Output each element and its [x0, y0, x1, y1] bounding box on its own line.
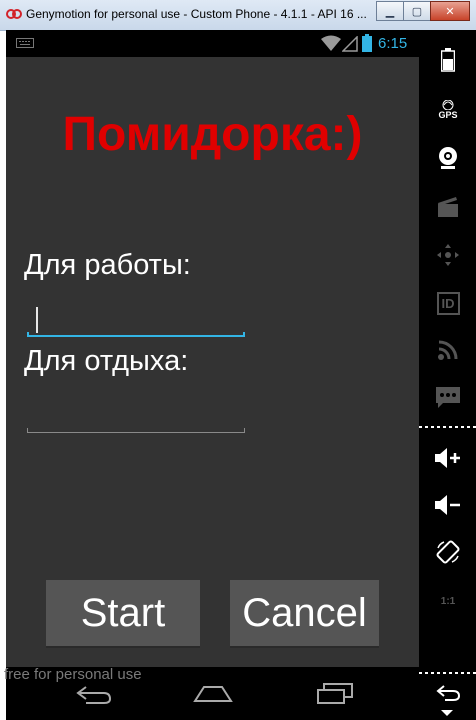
text-cursor [36, 307, 38, 333]
dpad-icon[interactable] [433, 240, 463, 270]
keyboard-icon [16, 38, 34, 48]
rotate-icon[interactable] [433, 537, 463, 567]
work-time-input[interactable] [27, 305, 245, 337]
phone-display: 6:15 Помидорка:) Для работы: Для отдыха:… [6, 30, 419, 720]
volume-up-icon[interactable] [433, 443, 463, 473]
minimize-button[interactable]: ▁ [376, 1, 404, 21]
genymotion-logo-icon [6, 9, 22, 19]
rest-label: Для отдыха: [24, 345, 189, 377]
back-icon[interactable] [433, 678, 463, 708]
maximize-button[interactable]: ▢ [403, 1, 431, 21]
id-icon[interactable]: ID [433, 288, 463, 318]
nav-back-icon[interactable] [74, 681, 112, 705]
webcam-icon[interactable] [433, 143, 463, 173]
rss-icon[interactable] [433, 335, 463, 365]
volume-down-icon[interactable] [433, 490, 463, 520]
scroll-down-icon[interactable] [441, 710, 453, 716]
start-button[interactable]: Start [46, 580, 200, 648]
rest-time-input[interactable] [27, 401, 245, 433]
status-bar: 6:15 [6, 30, 419, 57]
scale-icon[interactable]: 1:1 [433, 586, 463, 616]
app-title: Помидорка:) [62, 108, 363, 161]
window-titlebar: Genymotion for personal use - Custom Pho… [0, 0, 476, 31]
status-clock: 6:15 [378, 35, 408, 52]
nav-home-icon[interactable] [192, 681, 234, 705]
signal-icon [342, 36, 358, 52]
gps-icon[interactable]: GPS [433, 95, 463, 125]
battery-icon[interactable] [433, 45, 463, 75]
clapperboard-icon[interactable] [433, 192, 463, 222]
message-icon[interactable] [433, 383, 463, 413]
watermark: free for personal use [4, 666, 142, 683]
window-title: Genymotion for personal use - Custom Pho… [26, 7, 367, 21]
battery-icon [362, 34, 372, 52]
wifi-icon [321, 35, 341, 51]
cancel-button[interactable]: Cancel [230, 580, 379, 648]
emulator-toolbar: GPS ID 1:1 [419, 30, 476, 720]
work-label: Для работы: [24, 249, 191, 281]
nav-recents-icon[interactable] [316, 681, 356, 705]
app-screen: Помидорка:) Для работы: Для отдыха: Star… [6, 57, 419, 667]
close-button[interactable]: ✕ [430, 1, 470, 21]
